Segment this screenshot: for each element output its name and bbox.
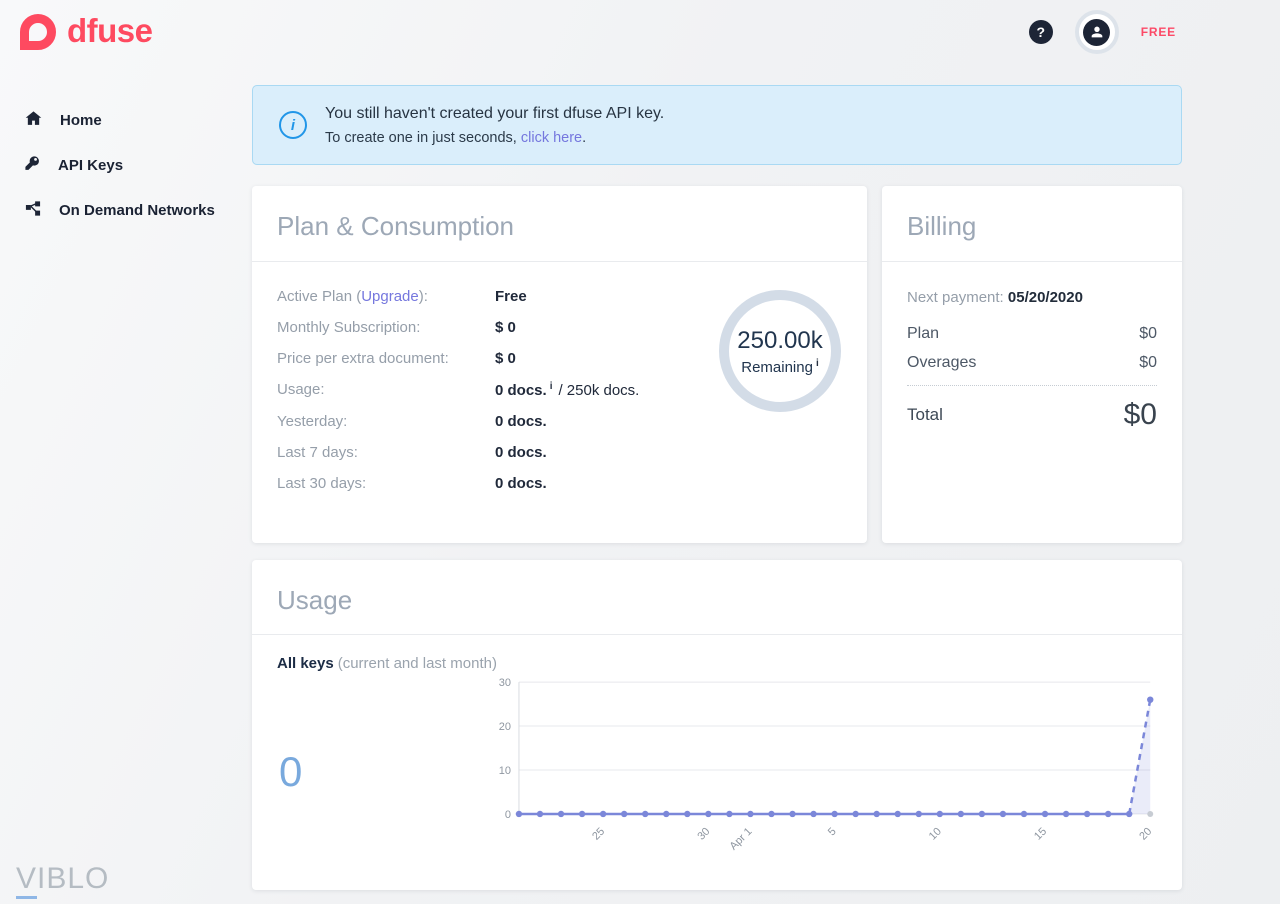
billing-overages-row: Overages $0	[907, 354, 1157, 372]
banner-title: You still haven't created your first dfu…	[325, 105, 664, 123]
last30-value: 0 docs.	[495, 475, 547, 492]
help-icon[interactable]: ?	[1029, 20, 1053, 44]
billing-total-value: $0	[1124, 398, 1157, 432]
api-key-info-banner: i You still haven't created your first d…	[252, 85, 1182, 165]
sidebar-item-home[interactable]: Home	[24, 110, 252, 131]
main-content: i You still haven't created your first d…	[252, 64, 1182, 890]
sidebar: Home API Keys On Demand Networks	[0, 64, 252, 245]
usage-subtitle-rest: (current and last month)	[338, 655, 497, 672]
svg-text:10: 10	[499, 765, 511, 777]
remaining-info-icon[interactable]: i	[816, 358, 819, 369]
dfuse-logo[interactable]: dfuse	[20, 14, 153, 51]
sidebar-item-on-demand-networks[interactable]: On Demand Networks	[24, 200, 252, 221]
viblo-watermark: VIBLO	[16, 862, 109, 896]
active-plan-value: Free	[495, 288, 527, 305]
banner-subtitle-text: To create one in just seconds,	[325, 130, 521, 146]
dfuse-logo-icon	[20, 14, 56, 50]
plan-consumption-card: Plan & Consumption Active Plan (Upgrade)…	[252, 186, 867, 543]
plan-card-title: Plan & Consumption	[277, 211, 514, 242]
sidebar-item-label: On Demand Networks	[59, 202, 215, 219]
header-actions: ? FREE	[1029, 10, 1176, 54]
price-per-doc-label: Price per extra document:	[277, 350, 495, 367]
sidebar-item-label: Home	[60, 112, 102, 129]
last7-value: 0 docs.	[495, 444, 547, 461]
monthly-subscription-value: $ 0	[495, 319, 516, 336]
svg-text:25: 25	[590, 826, 607, 843]
upgrade-link[interactable]: Upgrade	[361, 288, 419, 305]
usage-value: 0 docs.i/ 250k docs.	[495, 381, 639, 399]
svg-text:20: 20	[499, 721, 511, 733]
usage-chart-svg: 0 10 20 30 25 30 Apr 1 5 10 15 20	[479, 674, 1158, 870]
sidebar-item-api-keys[interactable]: API Keys	[24, 155, 252, 176]
yesterday-row: Yesterday: 0 docs.	[277, 413, 842, 430]
usage-label: Usage:	[277, 381, 495, 399]
home-icon	[24, 110, 43, 131]
billing-total-label: Total	[907, 405, 943, 425]
all-keys-label: All keys	[277, 655, 334, 672]
banner-subtitle: To create one in just seconds, click her…	[325, 130, 664, 146]
next-payment-value: 05/20/2020	[1008, 289, 1083, 306]
billing-card-header: Billing	[882, 186, 1182, 262]
billing-card-title: Billing	[907, 211, 976, 242]
yesterday-value: 0 docs.	[495, 413, 547, 430]
last30-row: Last 30 days: 0 docs.	[277, 475, 842, 492]
info-icon: i	[279, 111, 307, 139]
billing-card: Billing Next payment: 05/20/2020 Plan $0…	[882, 186, 1182, 543]
gauge-label: Remainingi	[741, 358, 819, 376]
next-payment-row: Next payment: 05/20/2020	[907, 289, 1157, 306]
svg-text:Apr 1: Apr 1	[727, 826, 754, 853]
billing-total-row: Total $0	[907, 398, 1157, 432]
usage-count: 0	[277, 748, 479, 796]
next-payment-label: Next payment:	[907, 289, 1008, 306]
usage-card-header: Usage	[252, 560, 1182, 635]
svg-text:30: 30	[499, 677, 511, 689]
click-here-link[interactable]: click here	[521, 130, 582, 146]
active-plan-label: Active Plan (Upgrade):	[277, 288, 495, 305]
logo-text: dfuse	[67, 14, 153, 51]
usage-info-icon[interactable]: i	[550, 381, 553, 392]
svg-text:0: 0	[505, 809, 511, 821]
billing-overages-value: $0	[1139, 354, 1157, 372]
last7-row: Last 7 days: 0 docs.	[277, 444, 842, 461]
usage-card: Usage All keys(current and last month) 0…	[252, 560, 1182, 890]
billing-plan-label: Plan	[907, 325, 939, 343]
billing-plan-row: Plan $0	[907, 325, 1157, 343]
plan-badge: FREE	[1141, 25, 1176, 39]
network-icon	[24, 200, 42, 221]
svg-text:5: 5	[826, 826, 839, 839]
plan-card-header: Plan & Consumption	[252, 186, 867, 262]
header: dfuse ? FREE	[0, 0, 1280, 64]
user-avatar[interactable]	[1075, 10, 1119, 54]
billing-divider	[907, 385, 1157, 386]
billing-overages-label: Overages	[907, 354, 976, 372]
gauge-value: 250.00k	[737, 327, 822, 355]
svg-text:30: 30	[695, 826, 712, 843]
billing-plan-value: $0	[1139, 325, 1157, 343]
yesterday-label: Yesterday:	[277, 413, 495, 430]
key-icon	[24, 155, 41, 176]
banner-subtitle-suffix: .	[582, 130, 586, 146]
svg-text:20: 20	[1137, 826, 1154, 843]
last7-label: Last 7 days:	[277, 444, 495, 461]
person-icon	[1083, 19, 1110, 46]
remaining-gauge: 250.00k Remainingi	[719, 290, 841, 412]
monthly-subscription-label: Monthly Subscription:	[277, 319, 495, 336]
svg-text:15: 15	[1032, 826, 1049, 843]
usage-card-title: Usage	[277, 585, 352, 616]
last30-label: Last 30 days:	[277, 475, 495, 492]
svg-text:10: 10	[927, 826, 944, 843]
sidebar-item-label: API Keys	[58, 157, 123, 174]
price-per-doc-value: $ 0	[495, 350, 516, 367]
usage-subtitle: All keys(current and last month)	[277, 655, 1158, 672]
